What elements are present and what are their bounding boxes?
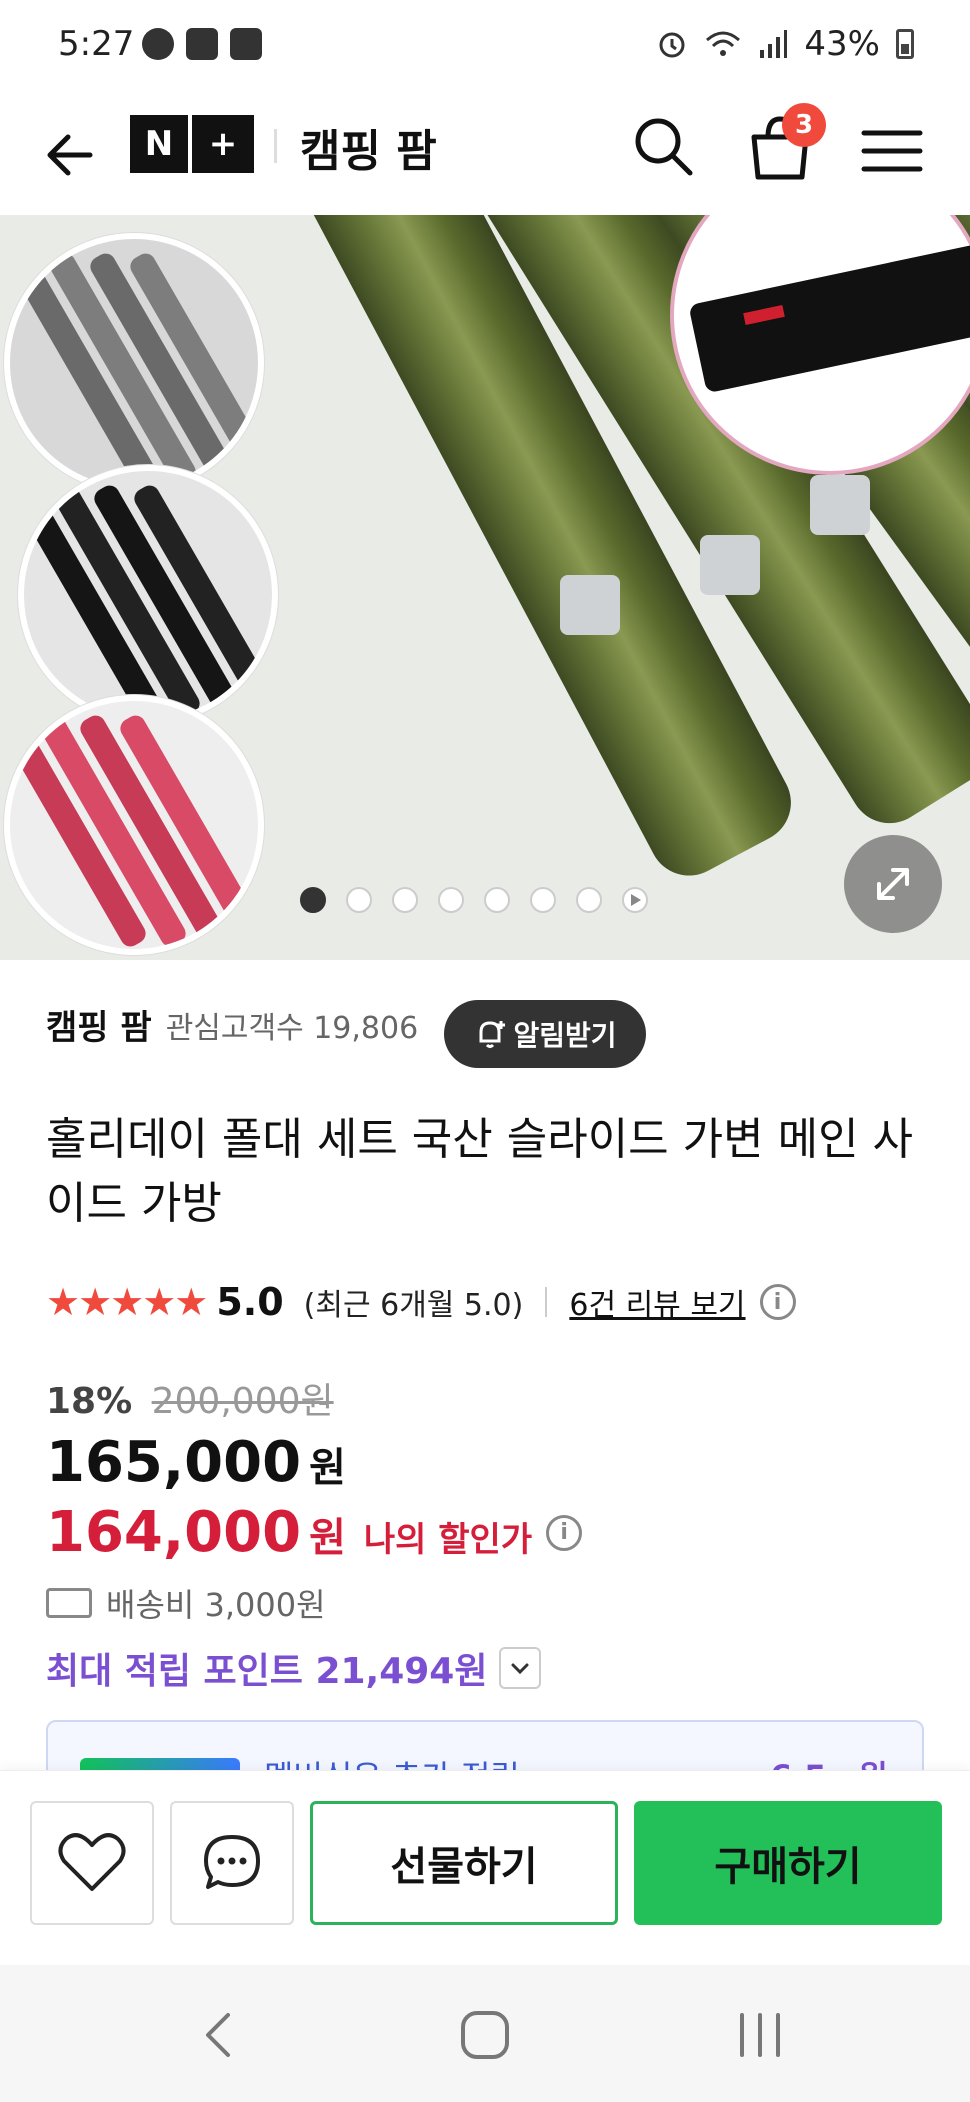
store-name[interactable]: 캠핑 팜: [46, 1000, 152, 1049]
chat-bubble-icon: [142, 28, 174, 60]
my-discount-label: 나의 할인가: [363, 1520, 533, 1560]
pagination-dot[interactable]: [576, 887, 602, 913]
alarm-icon: [659, 32, 685, 58]
points-row[interactable]: 최대 적립 포인트 21,494원: [46, 1642, 542, 1694]
sale-price-row: 165,000 원: [46, 1430, 346, 1495]
shipping-fee: 배송비 3,000원: [106, 1586, 326, 1624]
my-price-row: 164,000 원 나의 할인가 i: [46, 1500, 583, 1565]
rating-stars: ★★★★★: [46, 1280, 208, 1324]
notify-button[interactable]: 알림받기: [444, 1000, 646, 1068]
pagination-dot[interactable]: [392, 887, 418, 913]
bell-plus-icon: [479, 1021, 506, 1048]
gray-variant-thumbnail: [4, 233, 264, 493]
pagination-dot[interactable]: [346, 887, 372, 913]
back-arrow-icon[interactable]: [40, 125, 100, 185]
pagination-dot[interactable]: [530, 887, 556, 913]
header-divider: [274, 129, 277, 163]
signal-icon: [760, 30, 788, 58]
pole-tip: [810, 475, 870, 535]
info-icon[interactable]: i: [546, 1514, 583, 1551]
top-header: N + 캠핑 팜 3: [0, 95, 970, 215]
sale-price-unit: 원: [309, 1445, 346, 1491]
wishlist-button[interactable]: [30, 1801, 154, 1925]
tooltip-pointer: [143, 1722, 175, 1737]
nav-back-icon[interactable]: [190, 2005, 250, 2065]
logo-n: N: [130, 115, 188, 173]
rating-divider: [545, 1287, 548, 1317]
nav-recents-icon[interactable]: [730, 2005, 790, 2065]
rating-score: 5.0: [216, 1280, 284, 1324]
pagination-dot[interactable]: [484, 887, 510, 913]
cart-count-badge: 3: [782, 103, 826, 147]
status-right: 43%: [656, 24, 914, 64]
my-discount-price-unit: 원: [309, 1515, 346, 1561]
original-price: 200,000원: [151, 1381, 334, 1422]
heart-icon: [58, 1833, 126, 1891]
my-discount-price: 164,000: [46, 1500, 302, 1565]
chat-button[interactable]: [170, 1801, 294, 1925]
chevron-down-icon[interactable]: [499, 1647, 542, 1689]
chat-bubble-icon: [204, 1835, 260, 1889]
battery-icon: [896, 29, 914, 59]
status-left-icons: [142, 28, 262, 60]
shopping-bag-icon: [186, 28, 218, 60]
sale-price: 165,000: [46, 1430, 302, 1495]
expand-arrows-icon: [877, 868, 909, 900]
max-points: 최대 적립 포인트 21,494원: [46, 1651, 488, 1692]
product-image-gallery[interactable]: [0, 215, 970, 960]
follower-count: 관심고객수 19,806: [165, 1010, 419, 1046]
image-icon: [230, 28, 262, 60]
rating-row: ★★★★★ 5.0 (최근 6개월 5.0) 6건 리뷰 보기 i: [46, 1280, 796, 1324]
pole-tip: [700, 535, 760, 595]
gallery-pagination: [300, 887, 648, 913]
battery-percent: 43%: [804, 24, 880, 64]
truck-icon: [46, 1588, 92, 1618]
header-store-name[interactable]: 캠핑 팜: [300, 115, 437, 179]
pole-tip: [560, 575, 620, 635]
discount-percent: 18%: [46, 1381, 133, 1422]
notify-button-label: 알림받기: [513, 1019, 617, 1052]
logo-plus: +: [192, 115, 254, 173]
status-bar: 5:27 43%: [0, 0, 970, 95]
buy-button[interactable]: 구매하기: [634, 1801, 942, 1925]
shipping-row: 배송비 3,000원: [46, 1580, 326, 1626]
product-title: 홀리데이 폴대 세트 국산 슬라이드 가변 메인 사이드 가방: [46, 1114, 914, 1229]
store-info-row: 캠핑 팜 관심고객수 19,806: [46, 1000, 418, 1049]
pagination-dot[interactable]: [438, 887, 464, 913]
discount-row: 18% 200,000원: [46, 1372, 334, 1424]
red-variant-thumbnail: [4, 695, 264, 955]
system-navigation-bar: [0, 1965, 970, 2102]
recent-rating: (최근 6개월 5.0): [303, 1288, 524, 1323]
search-icon[interactable]: [630, 113, 698, 181]
black-variant-thumbnail: [18, 465, 278, 725]
hamburger-menu-icon[interactable]: [860, 121, 924, 181]
info-icon[interactable]: i: [759, 1284, 796, 1320]
nav-home-icon[interactable]: [455, 2005, 515, 2065]
video-play-icon[interactable]: [622, 887, 648, 913]
naver-plus-logo[interactable]: N +: [130, 115, 254, 173]
bottom-action-bar: 선물하기 구매하기: [0, 1770, 970, 1965]
pagination-dot[interactable]: [300, 887, 326, 913]
expand-image-button[interactable]: [844, 835, 942, 933]
status-time: 5:27: [58, 24, 135, 64]
wifi-icon: [706, 31, 741, 56]
gift-button[interactable]: 선물하기: [310, 1801, 618, 1925]
view-reviews-link[interactable]: 6건 리뷰 보기: [569, 1280, 745, 1324]
